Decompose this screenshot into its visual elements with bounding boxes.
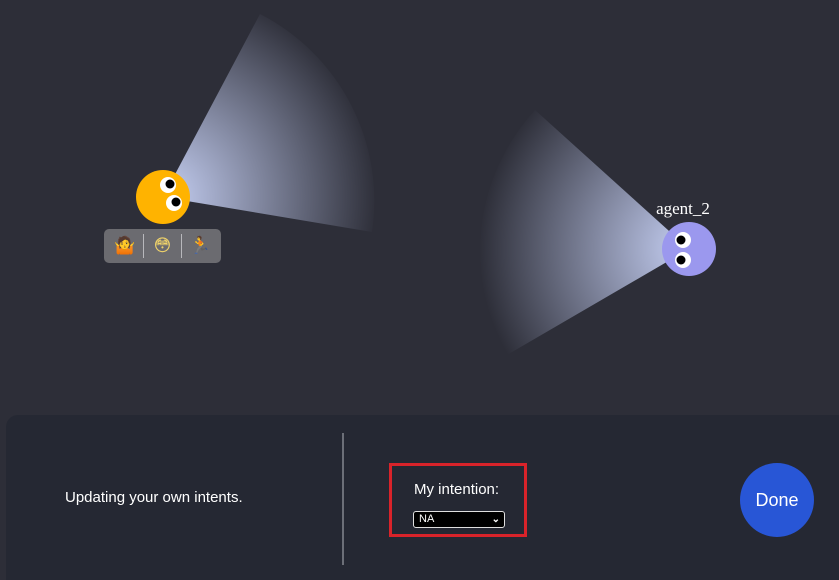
agent-1-avatar[interactable] (136, 170, 190, 224)
agent-2-avatar[interactable] (662, 222, 716, 276)
person-running-icon[interactable]: 🏃 (185, 229, 215, 263)
agent-1-emoji-bar: 🤷 😳 🏃 (104, 229, 221, 263)
game-canvas: agent_2 (136, 14, 716, 355)
agent-2-vision-cone (479, 110, 689, 355)
person-shrugging-icon[interactable]: 🤷 (110, 229, 140, 263)
intention-label: My intention: (414, 481, 500, 498)
game-stage: agent_2 🤷 😳 🏃 (0, 0, 839, 415)
agent-2-name-label: agent_2 (656, 199, 710, 218)
intention-highlight-box: My intention: NA ⌄ (389, 463, 527, 537)
agent-1-vision-cone (163, 14, 375, 232)
intention-selected-value: NA (419, 513, 435, 525)
panel-divider (342, 433, 344, 565)
done-button[interactable]: Done (740, 463, 814, 537)
chevron-down-icon: ⌄ (491, 514, 500, 525)
emoji-separator (143, 234, 145, 258)
intention-select[interactable]: NA ⌄ (413, 511, 505, 528)
control-panel: Updating your own intents. My intention:… (6, 415, 839, 580)
flushed-face-icon[interactable]: 😳 (147, 229, 177, 263)
emoji-separator (180, 234, 182, 258)
status-text: Updating your own intents. (65, 489, 243, 506)
